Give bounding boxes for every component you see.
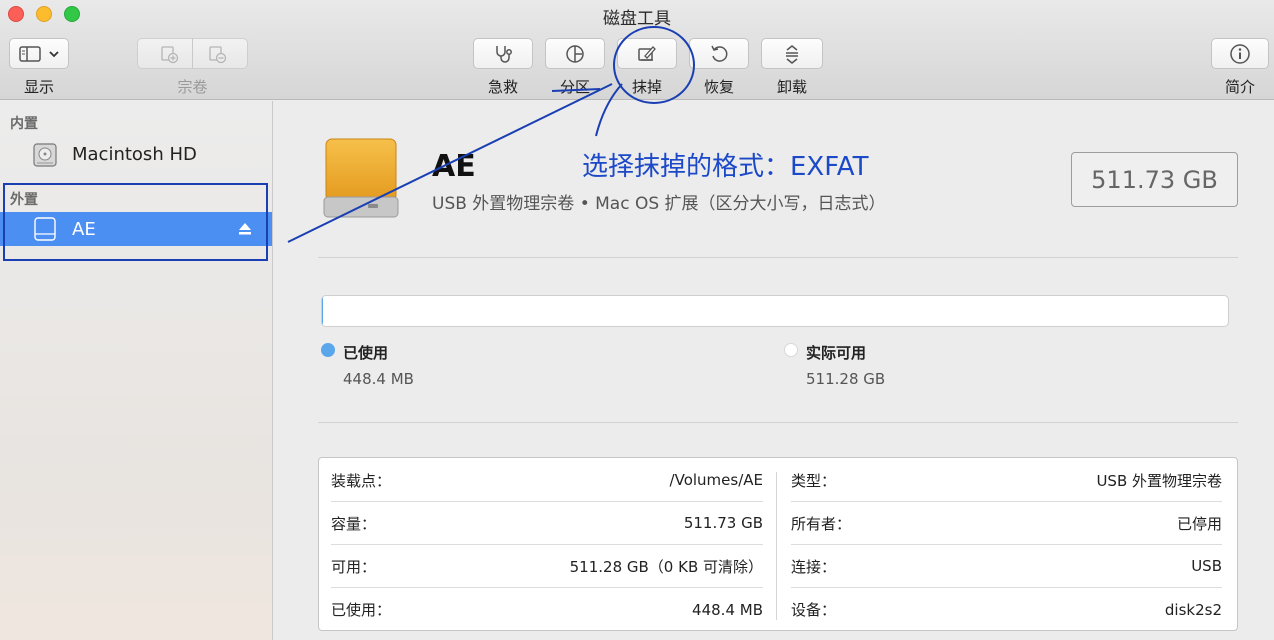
first-aid-button[interactable] bbox=[473, 38, 533, 69]
info-row-type: 类型： USB 外置物理宗卷 bbox=[791, 459, 1222, 502]
info-value: USB 外置物理宗卷 bbox=[1096, 471, 1222, 490]
unmount-icon bbox=[783, 44, 801, 64]
info-label: 简介 bbox=[1224, 78, 1255, 96]
info-value: /Volumes/AE bbox=[669, 471, 763, 489]
view-button[interactable] bbox=[9, 38, 69, 69]
usage-bar-fill bbox=[322, 296, 323, 326]
info-table: 装载点： /Volumes/AE 容量： 511.73 GB 可用： 511.2… bbox=[318, 457, 1238, 631]
info-value: 511.73 GB bbox=[683, 514, 763, 532]
erase-label: 抹掉 bbox=[631, 78, 662, 96]
used-legend-title: 已使用 bbox=[343, 344, 389, 362]
restore-button[interactable] bbox=[689, 38, 749, 69]
info-column-right: 类型： USB 外置物理宗卷 所有者： 已停用 连接： USB 设备： disk… bbox=[779, 458, 1237, 630]
info-row-mount-point: 装载点： /Volumes/AE bbox=[331, 459, 763, 502]
disk-large-icon bbox=[322, 137, 402, 225]
info-button[interactable] bbox=[1211, 38, 1269, 69]
info-row-owners: 所有者： 已停用 bbox=[791, 502, 1222, 545]
toolbar: 磁盘工具 显示 宗卷 急救 分区 抹掉 恢复 卸载 简介 bbox=[0, 0, 1274, 100]
used-legend-value: 448.4 MB bbox=[343, 370, 414, 388]
info-row-available: 可用： 511.28 GB（0 KB 可清除） bbox=[331, 545, 763, 588]
info-value: disk2s2 bbox=[1164, 600, 1222, 619]
info-row-connection: 连接： USB bbox=[791, 545, 1222, 588]
sidebar-section-internal: 内置 bbox=[10, 116, 38, 132]
unmount-button[interactable] bbox=[761, 38, 823, 69]
restore-label: 恢复 bbox=[703, 78, 734, 96]
chevron-down-icon bbox=[49, 50, 59, 58]
view-label: 显示 bbox=[23, 78, 54, 96]
erase-button[interactable] bbox=[617, 38, 677, 69]
info-row-capacity: 容量： 511.73 GB bbox=[331, 502, 763, 545]
disk-description: USB 外置物理宗卷 • Mac OS 扩展（区分大小写，日志式） bbox=[432, 194, 886, 214]
info-key: 可用： bbox=[331, 557, 377, 576]
free-legend-value: 511.28 GB bbox=[806, 370, 886, 388]
window-title: 磁盘工具 bbox=[603, 9, 671, 29]
stethoscope-icon bbox=[492, 44, 514, 64]
info-key: 类型： bbox=[791, 471, 837, 490]
info-row-device: 设备： disk2s2 bbox=[791, 588, 1222, 631]
info-key: 容量： bbox=[331, 514, 377, 533]
remove-volume-icon bbox=[207, 44, 227, 64]
divider bbox=[318, 422, 1238, 423]
pie-chart-icon bbox=[565, 44, 585, 64]
free-legend-title: 实际可用 bbox=[806, 344, 867, 362]
add-volume-icon bbox=[159, 44, 179, 64]
info-value: USB bbox=[1191, 557, 1222, 575]
annotation-highlight-box bbox=[3, 183, 268, 261]
hard-drive-icon bbox=[32, 141, 58, 173]
annotation-text: 选择抹掉的格式：EXFAT bbox=[582, 152, 869, 182]
info-column-divider bbox=[776, 472, 777, 620]
info-value: 448.4 MB bbox=[692, 600, 763, 619]
info-key: 装载点： bbox=[331, 471, 392, 490]
erase-icon bbox=[637, 44, 657, 64]
info-key: 所有者： bbox=[791, 514, 852, 533]
restore-icon bbox=[709, 44, 729, 64]
partition-button[interactable] bbox=[545, 38, 605, 69]
info-key: 连接： bbox=[791, 557, 837, 576]
sidebar-icon bbox=[19, 45, 41, 62]
sidebar: 内置 Macintosh HD 外置 AE bbox=[0, 101, 273, 640]
disk-name: AE bbox=[432, 149, 476, 184]
used-legend-dot bbox=[321, 343, 335, 357]
free-legend-dot bbox=[784, 343, 798, 357]
divider bbox=[318, 257, 1238, 258]
first-aid-label: 急救 bbox=[487, 78, 518, 96]
info-key: 设备： bbox=[791, 601, 837, 619]
info-value: 已停用 bbox=[1176, 514, 1222, 533]
usage-bar bbox=[321, 295, 1229, 327]
info-key: 已使用： bbox=[331, 601, 392, 619]
unmount-label: 卸载 bbox=[776, 78, 807, 96]
info-value: 511.28 GB（0 KB 可清除） bbox=[569, 557, 763, 576]
sidebar-item-macintosh-hd[interactable]: Macintosh HD bbox=[0, 137, 272, 171]
info-column-left: 装载点： /Volumes/AE 容量： 511.73 GB 可用： 511.2… bbox=[319, 458, 776, 630]
sidebar-item-label: Macintosh HD bbox=[72, 143, 197, 165]
partition-label: 分区 bbox=[559, 78, 590, 96]
capacity-badge: 511.73 GB bbox=[1071, 152, 1238, 207]
info-icon bbox=[1229, 43, 1251, 65]
info-row-used: 已使用： 448.4 MB bbox=[331, 588, 763, 631]
volume-label: 宗卷 bbox=[177, 78, 208, 96]
